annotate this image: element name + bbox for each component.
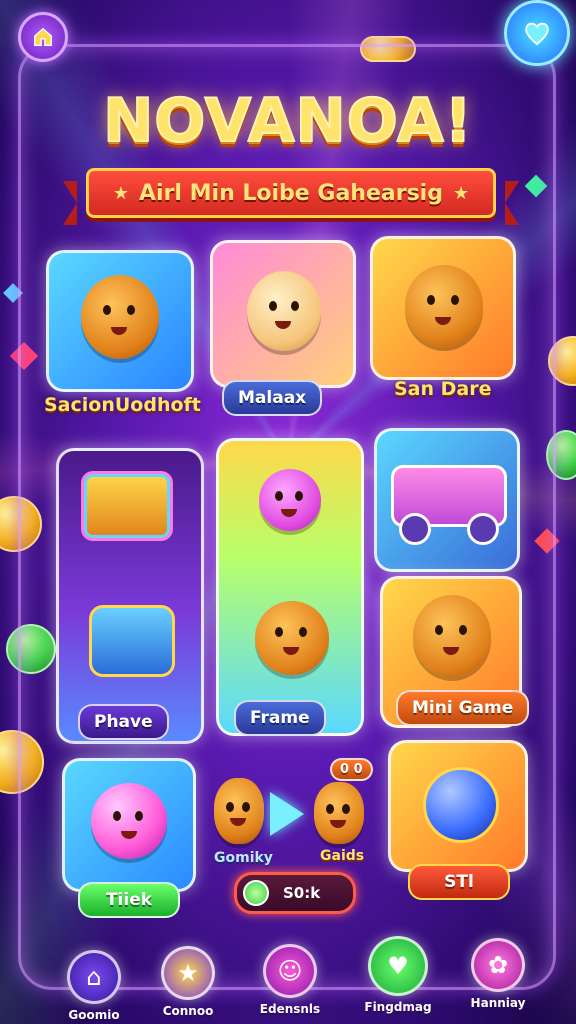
game-card[interactable] bbox=[46, 250, 194, 392]
house-icon: ⌂ bbox=[67, 950, 121, 1004]
nav-label: Goomio bbox=[68, 1008, 120, 1022]
nav-label: Edensnls bbox=[259, 1002, 321, 1016]
score-badge: 0 0 bbox=[330, 758, 373, 781]
nav-item-home[interactable]: ⌂ Goomio bbox=[44, 950, 144, 1022]
card-label: Phave bbox=[78, 704, 169, 740]
nav-label: Connoo bbox=[162, 1004, 214, 1018]
star-icon: ★ bbox=[452, 182, 470, 204]
bear-creature-icon bbox=[255, 601, 329, 675]
counter-value: S0:k bbox=[283, 884, 321, 902]
card-label: STl bbox=[408, 864, 510, 900]
game-card[interactable] bbox=[210, 240, 356, 388]
home-corner-button[interactable] bbox=[18, 12, 68, 62]
bottom-navigation: ⌂ Goomio ★ Connoo ☺ Edensnls ♥ Fingdmag … bbox=[0, 936, 576, 1024]
nav-item-connect[interactable]: ★ Connoo bbox=[138, 946, 238, 1018]
pineapple-creature-icon[interactable] bbox=[214, 778, 264, 844]
slime-creature-icon bbox=[259, 469, 321, 531]
card-label: Mini Game bbox=[396, 690, 530, 726]
subtitle-text: Airl Min Loibe Gahearsig bbox=[139, 180, 443, 206]
lion-creature-icon bbox=[81, 275, 159, 359]
game-card[interactable] bbox=[56, 448, 204, 744]
game-card[interactable] bbox=[62, 758, 196, 892]
wheel-icon bbox=[467, 513, 499, 545]
arrow-icon[interactable] bbox=[270, 792, 304, 836]
heart-icon bbox=[525, 22, 549, 46]
wheel-icon bbox=[399, 513, 431, 545]
monster-icon: ☺ bbox=[263, 944, 317, 998]
game-card[interactable] bbox=[216, 438, 364, 736]
favorites-corner-button[interactable] bbox=[504, 0, 570, 66]
nav-label: Fingdmag bbox=[364, 1000, 432, 1014]
creature-icon: ✿ bbox=[471, 938, 525, 992]
treasure-box-icon bbox=[81, 471, 173, 541]
gem-icon bbox=[243, 880, 269, 906]
left-creature-label: Gomiky bbox=[214, 850, 273, 866]
bear-creature-icon bbox=[413, 595, 491, 677]
card-label: Frame bbox=[234, 700, 326, 736]
card-label: SacionUodhoft bbox=[44, 394, 201, 416]
nav-item-friends[interactable]: ☺ Edensnls bbox=[240, 944, 340, 1016]
counter-bar[interactable]: S0:k bbox=[234, 872, 356, 914]
subtitle-ribbon: ★ Airl Min Loibe Gahearsig ★ bbox=[63, 168, 519, 225]
nav-label: Hanniay bbox=[470, 996, 526, 1010]
game-card[interactable] bbox=[388, 740, 528, 872]
heart-icon: ♥ bbox=[368, 936, 428, 996]
house-icon bbox=[34, 27, 52, 46]
ball-creature-icon bbox=[91, 783, 167, 859]
card-label: San Dare bbox=[394, 378, 492, 400]
game-card[interactable] bbox=[370, 236, 516, 380]
star-icon: ★ bbox=[161, 946, 215, 1000]
bear-creature-icon bbox=[247, 271, 321, 351]
star-icon: ★ bbox=[112, 182, 130, 204]
card-label: Malaax bbox=[222, 380, 323, 416]
nav-item-favorites[interactable]: ♥ Fingdmag bbox=[348, 936, 448, 1014]
right-creature-label: Gaids bbox=[320, 848, 365, 864]
nav-item-profile[interactable]: ✿ Hanniay bbox=[448, 938, 548, 1010]
card-label: Tiiek bbox=[78, 882, 180, 918]
bear-creature-icon bbox=[405, 265, 483, 347]
bomb-icon bbox=[423, 767, 499, 843]
game-title: NOVANOA! bbox=[102, 85, 473, 157]
game-card[interactable] bbox=[374, 428, 520, 572]
robot-machine-icon bbox=[89, 605, 175, 677]
coin-creature-icon[interactable] bbox=[314, 782, 364, 844]
